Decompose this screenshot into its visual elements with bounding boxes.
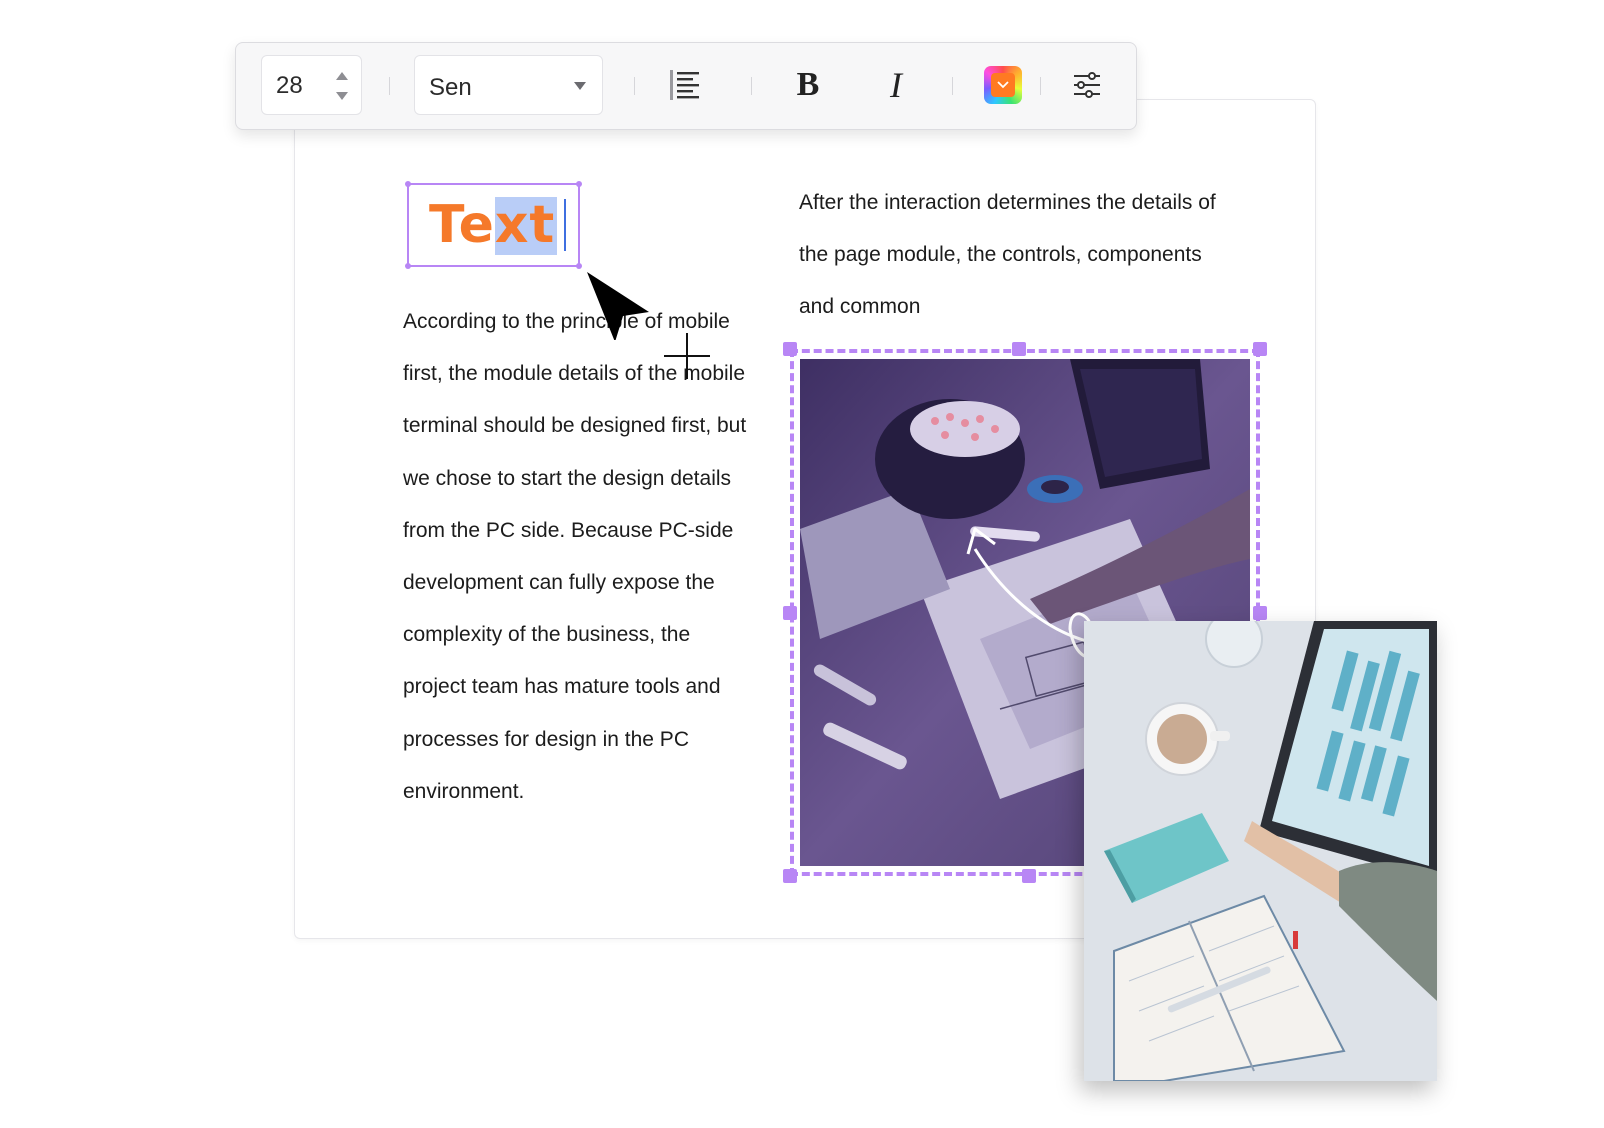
body-text-right[interactable]: After the interaction determines the det… — [799, 177, 1259, 333]
resize-handle[interactable] — [1253, 342, 1267, 356]
align-left-icon — [670, 70, 699, 100]
tablet-photo[interactable] — [1084, 621, 1437, 1081]
resize-handle[interactable] — [1022, 869, 1036, 883]
resize-handle[interactable] — [405, 263, 411, 269]
font-size-stepper[interactable]: 28 — [261, 55, 362, 115]
italic-button[interactable]: I — [872, 61, 920, 109]
text-line: the page module, the controls, component… — [799, 243, 1202, 266]
color-picker-icon — [984, 66, 1022, 104]
settings-button[interactable] — [1063, 61, 1111, 109]
bold-icon: B — [796, 66, 820, 103]
formatting-toolbar: 28 Sen B I — [235, 42, 1137, 130]
text-line: After the interaction determines the det… — [799, 191, 1216, 214]
text-line: complexity of the business, the — [403, 623, 691, 647]
text-element-selection[interactable]: Text — [405, 181, 582, 269]
mouse-pointer-icon — [587, 272, 649, 340]
text-line: processes for design in the PC — [403, 727, 689, 751]
text-line: environment. — [403, 779, 525, 803]
crosshair-icon — [664, 333, 710, 379]
text-caret — [564, 199, 566, 251]
chevron-down-icon — [574, 82, 586, 90]
stepper-arrows[interactable] — [335, 70, 349, 102]
toolbar-divider — [952, 77, 953, 95]
resize-handle[interactable] — [783, 606, 797, 620]
resize-handle[interactable] — [1012, 342, 1026, 356]
font-family-select[interactable]: Sen — [414, 55, 603, 115]
bold-button[interactable]: B — [784, 61, 832, 109]
text-element-content[interactable]: Text — [429, 193, 555, 257]
resize-handle[interactable] — [576, 181, 582, 187]
text-line: development can fully expose the — [403, 571, 715, 595]
toolbar-divider — [389, 77, 390, 95]
toolbar-divider — [751, 77, 752, 95]
font-family-value: Sen — [429, 74, 472, 101]
toolbar-divider — [634, 77, 635, 95]
resize-handle[interactable] — [783, 342, 797, 356]
align-button[interactable] — [662, 61, 710, 109]
current-color-swatch — [991, 73, 1015, 97]
decrement-icon[interactable] — [336, 92, 348, 100]
increment-icon[interactable] — [336, 72, 348, 80]
italic-icon: I — [890, 65, 902, 105]
text-line: terminal should be designed first, but — [403, 414, 747, 438]
resize-handle[interactable] — [1253, 606, 1267, 620]
resize-handle[interactable] — [783, 869, 797, 883]
toolbar-divider — [1040, 77, 1041, 95]
font-size-value[interactable]: 28 — [276, 72, 303, 100]
text-line: we chose to start the design details — [403, 466, 732, 490]
resize-handle[interactable] — [405, 181, 411, 187]
text-color-button[interactable] — [979, 61, 1027, 109]
text-line: and common — [799, 295, 921, 318]
resize-handle[interactable] — [576, 263, 582, 269]
sliders-icon — [1074, 72, 1100, 98]
text-line: project team has mature tools and — [403, 675, 721, 699]
text-line: from the PC side. Because PC-side — [403, 518, 734, 542]
